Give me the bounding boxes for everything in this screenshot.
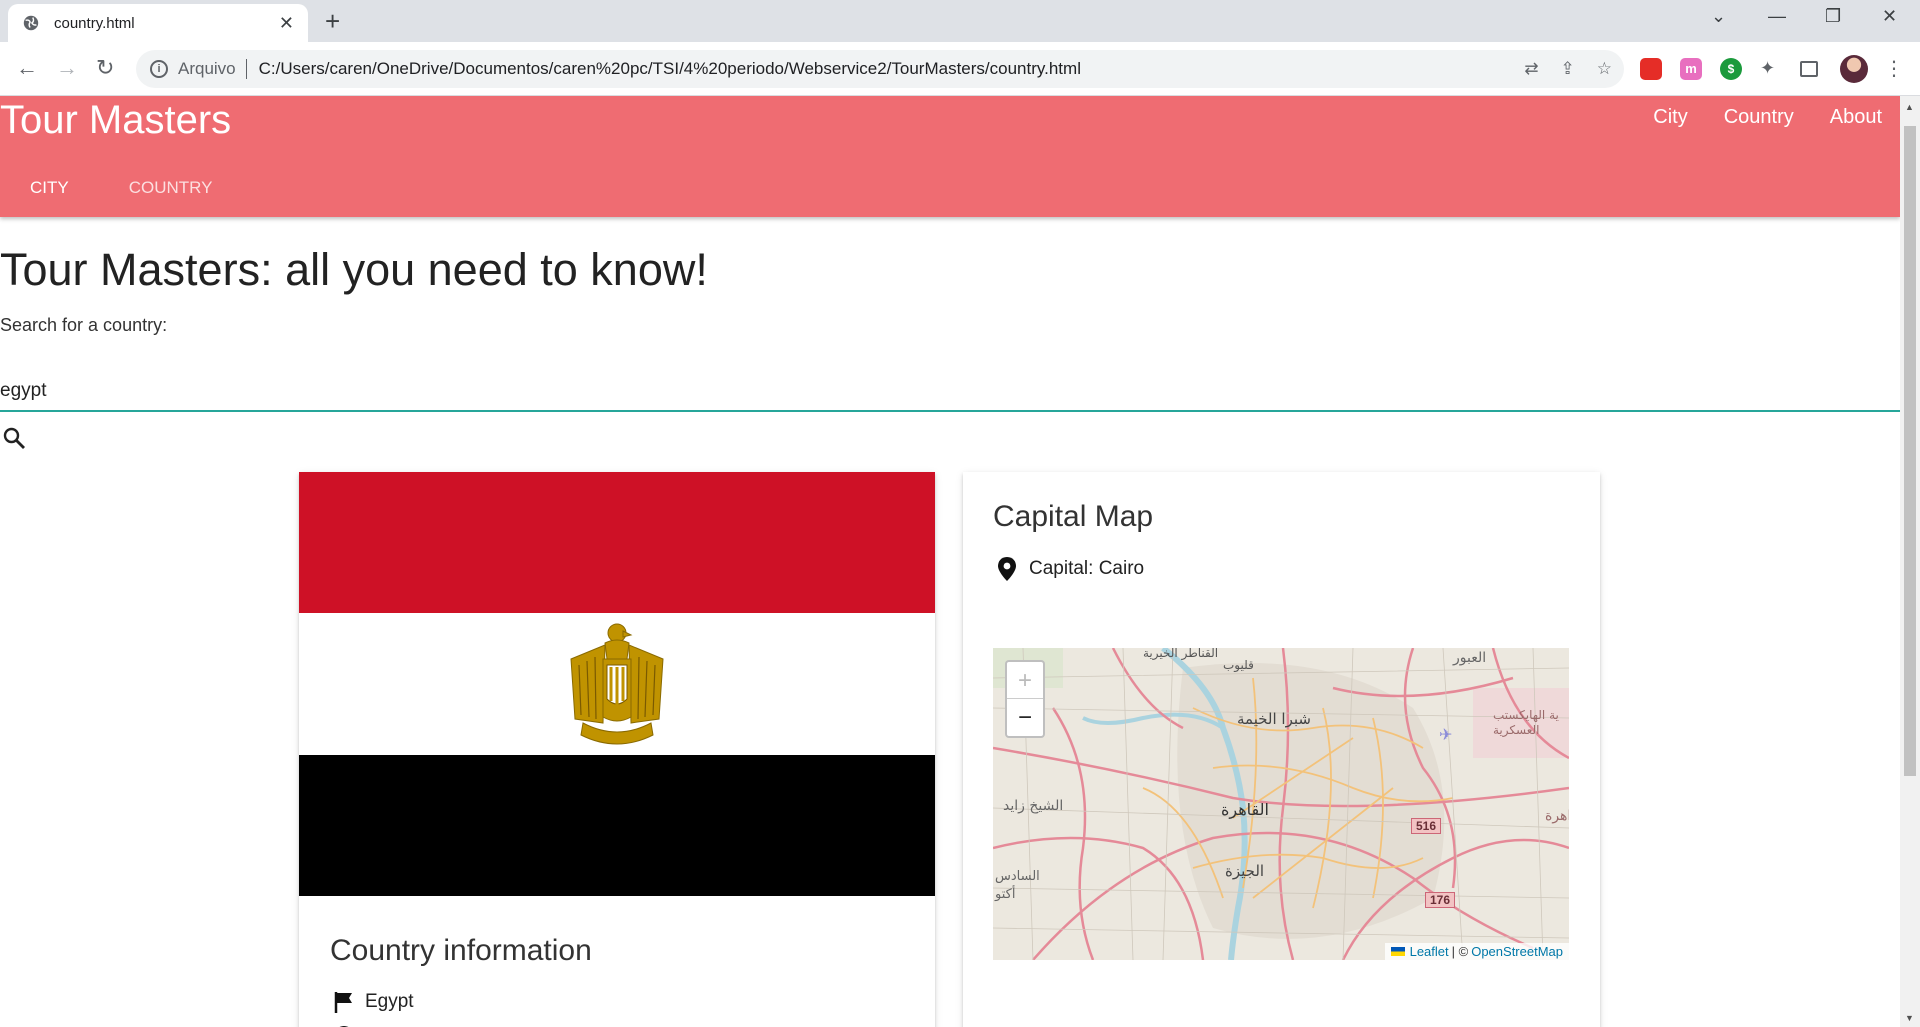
scroll-up-arrow-icon[interactable]: ▲ — [1905, 102, 1914, 112]
zoom-out-button[interactable]: − — [1007, 699, 1043, 736]
map-label-qaliub: قليوب — [1223, 658, 1254, 672]
map-label-obour: العبور — [1453, 650, 1487, 666]
profile-avatar[interactable] — [1840, 55, 1868, 83]
back-arrow-icon[interactable]: ← — [16, 56, 38, 80]
nav-link-country[interactable]: Country — [1724, 106, 1794, 129]
kebab-menu-icon[interactable]: ⋮ — [1884, 56, 1906, 80]
scrollbar-thumb[interactable] — [1904, 126, 1916, 776]
new-tab-button[interactable]: + — [325, 6, 340, 36]
restore-icon[interactable]: ❐ — [1825, 6, 1841, 27]
map-pin-icon — [998, 557, 1016, 581]
capital-map[interactable]: ✈ القناطر الخيرية قليوب العبور شبرا الخي… — [993, 648, 1569, 960]
url-text[interactable]: C:/Users/caren/OneDrive/Documentos/caren… — [259, 59, 1081, 79]
flag-icon — [334, 992, 352, 1013]
reload-icon[interactable]: ↻ — [96, 56, 114, 80]
tab-country[interactable]: COUNTRY — [99, 154, 243, 217]
address-divider — [245, 59, 247, 79]
map-label-october: السادس أكتو — [995, 869, 1040, 902]
capital-map-title: Capital Map — [993, 500, 1154, 533]
country-flag — [299, 472, 935, 896]
eagle-of-saladin-emblem — [570, 623, 664, 745]
map-attribution: Leaflet | © OpenStreetMap — [1384, 943, 1569, 960]
attribution-separator: | © — [1451, 944, 1469, 959]
share-icon[interactable]: ⇪ — [1561, 59, 1575, 79]
map-label-qanater: القناطر الخيرية — [1143, 648, 1219, 660]
svg-text:✈: ✈ — [1439, 725, 1452, 744]
country-info-card: Country information Egypt — [299, 472, 935, 1027]
youtube-extension-icon[interactable] — [1640, 58, 1662, 80]
browser-tab[interactable]: country.html ✕ — [8, 4, 308, 42]
tab-city[interactable]: CITY — [0, 154, 99, 217]
m-extension-icon[interactable]: m — [1680, 58, 1702, 80]
brand-logo[interactable]: Tour Masters — [0, 98, 231, 143]
map-label-cairo: القاهرة — [1221, 800, 1269, 819]
search-label: Search for a country: — [0, 315, 168, 335]
minimize-icon[interactable]: — — [1768, 6, 1786, 27]
address-bar: ← → ↻ i Arquivo C:/Users/caren/OneDrive/… — [0, 42, 1920, 96]
browser-tabstrip: country.html ✕ + ⌄ — ❐ ✕ — [0, 0, 1920, 42]
scroll-down-arrow-icon[interactable]: ▼ — [1905, 1013, 1914, 1023]
zoom-in-button[interactable]: + — [1007, 662, 1043, 699]
flag-black-stripe — [299, 755, 935, 896]
country-search-input[interactable] — [0, 372, 1900, 412]
map-label-sheikh-zayed: الشيخ زايد — [1003, 798, 1064, 814]
sub-nav-tabs: CITY COUNTRY — [0, 154, 242, 217]
site-info-icon[interactable]: i — [150, 60, 168, 78]
openstreetmap-link[interactable]: OpenStreetMap — [1471, 944, 1563, 959]
window-close-icon[interactable]: ✕ — [1882, 6, 1897, 27]
top-nav: City Country About — [1653, 106, 1882, 129]
tab-search-chevron-icon[interactable]: ⌄ — [1711, 6, 1726, 27]
translate-icon[interactable]: ⇄ — [1524, 59, 1538, 79]
page-scrollbar[interactable]: ▲ ▼ — [1900, 96, 1920, 1027]
address-prefix: Arquivo — [178, 59, 236, 78]
forward-arrow-icon[interactable]: → — [56, 56, 78, 80]
capital-map-card: Capital Map Capital: Cairo ✈ القناطر الخ… — [963, 472, 1600, 1027]
map-tiles: ✈ — [993, 648, 1569, 960]
country-name: Egypt — [365, 991, 414, 1012]
flag-red-stripe — [299, 472, 935, 613]
map-label-hikestep: ية الهايكستب العسكرية — [1493, 708, 1559, 737]
road-badge-516: 516 — [1411, 818, 1442, 834]
country-name-row: Egypt — [333, 990, 414, 1014]
side-panel-icon[interactable] — [1800, 61, 1818, 77]
tab-title: country.html — [54, 14, 135, 32]
nav-link-about[interactable]: About — [1830, 106, 1882, 129]
capital-row: Capital: Cairo — [997, 556, 1144, 582]
page-title: Tour Masters: all you need to know! — [0, 244, 708, 295]
map-label-giza: الجيزة — [1225, 862, 1265, 880]
nav-link-city[interactable]: City — [1653, 106, 1687, 129]
map-label-new-cairo: اهرة — [1545, 808, 1569, 824]
capital-name: Capital: Cairo — [1029, 558, 1145, 579]
country-info-title: Country information — [330, 934, 592, 967]
globe-icon — [23, 15, 39, 31]
search-icon[interactable] — [2, 426, 26, 450]
road-badge-176: 176 — [1425, 892, 1456, 908]
tab-close-icon[interactable]: ✕ — [279, 14, 294, 32]
extensions-puzzle-icon[interactable]: ✦ — [1760, 58, 1782, 80]
map-label-shubra: شبرا الخيمة — [1237, 710, 1311, 728]
site-navbar: Tour Masters City Country About CITY COU… — [0, 96, 1900, 217]
dollar-extension-icon[interactable]: $ — [1720, 58, 1742, 80]
page-viewport: Tour Masters City Country About CITY COU… — [0, 96, 1900, 1027]
omnibox[interactable]: i Arquivo C:/Users/caren/OneDrive/Docume… — [136, 50, 1624, 88]
leaflet-link[interactable]: Leaflet — [1410, 944, 1449, 959]
map-zoom-control: + − — [1005, 660, 1045, 738]
ukraine-flag-icon — [1390, 947, 1405, 956]
bookmark-star-icon[interactable]: ☆ — [1597, 59, 1612, 79]
